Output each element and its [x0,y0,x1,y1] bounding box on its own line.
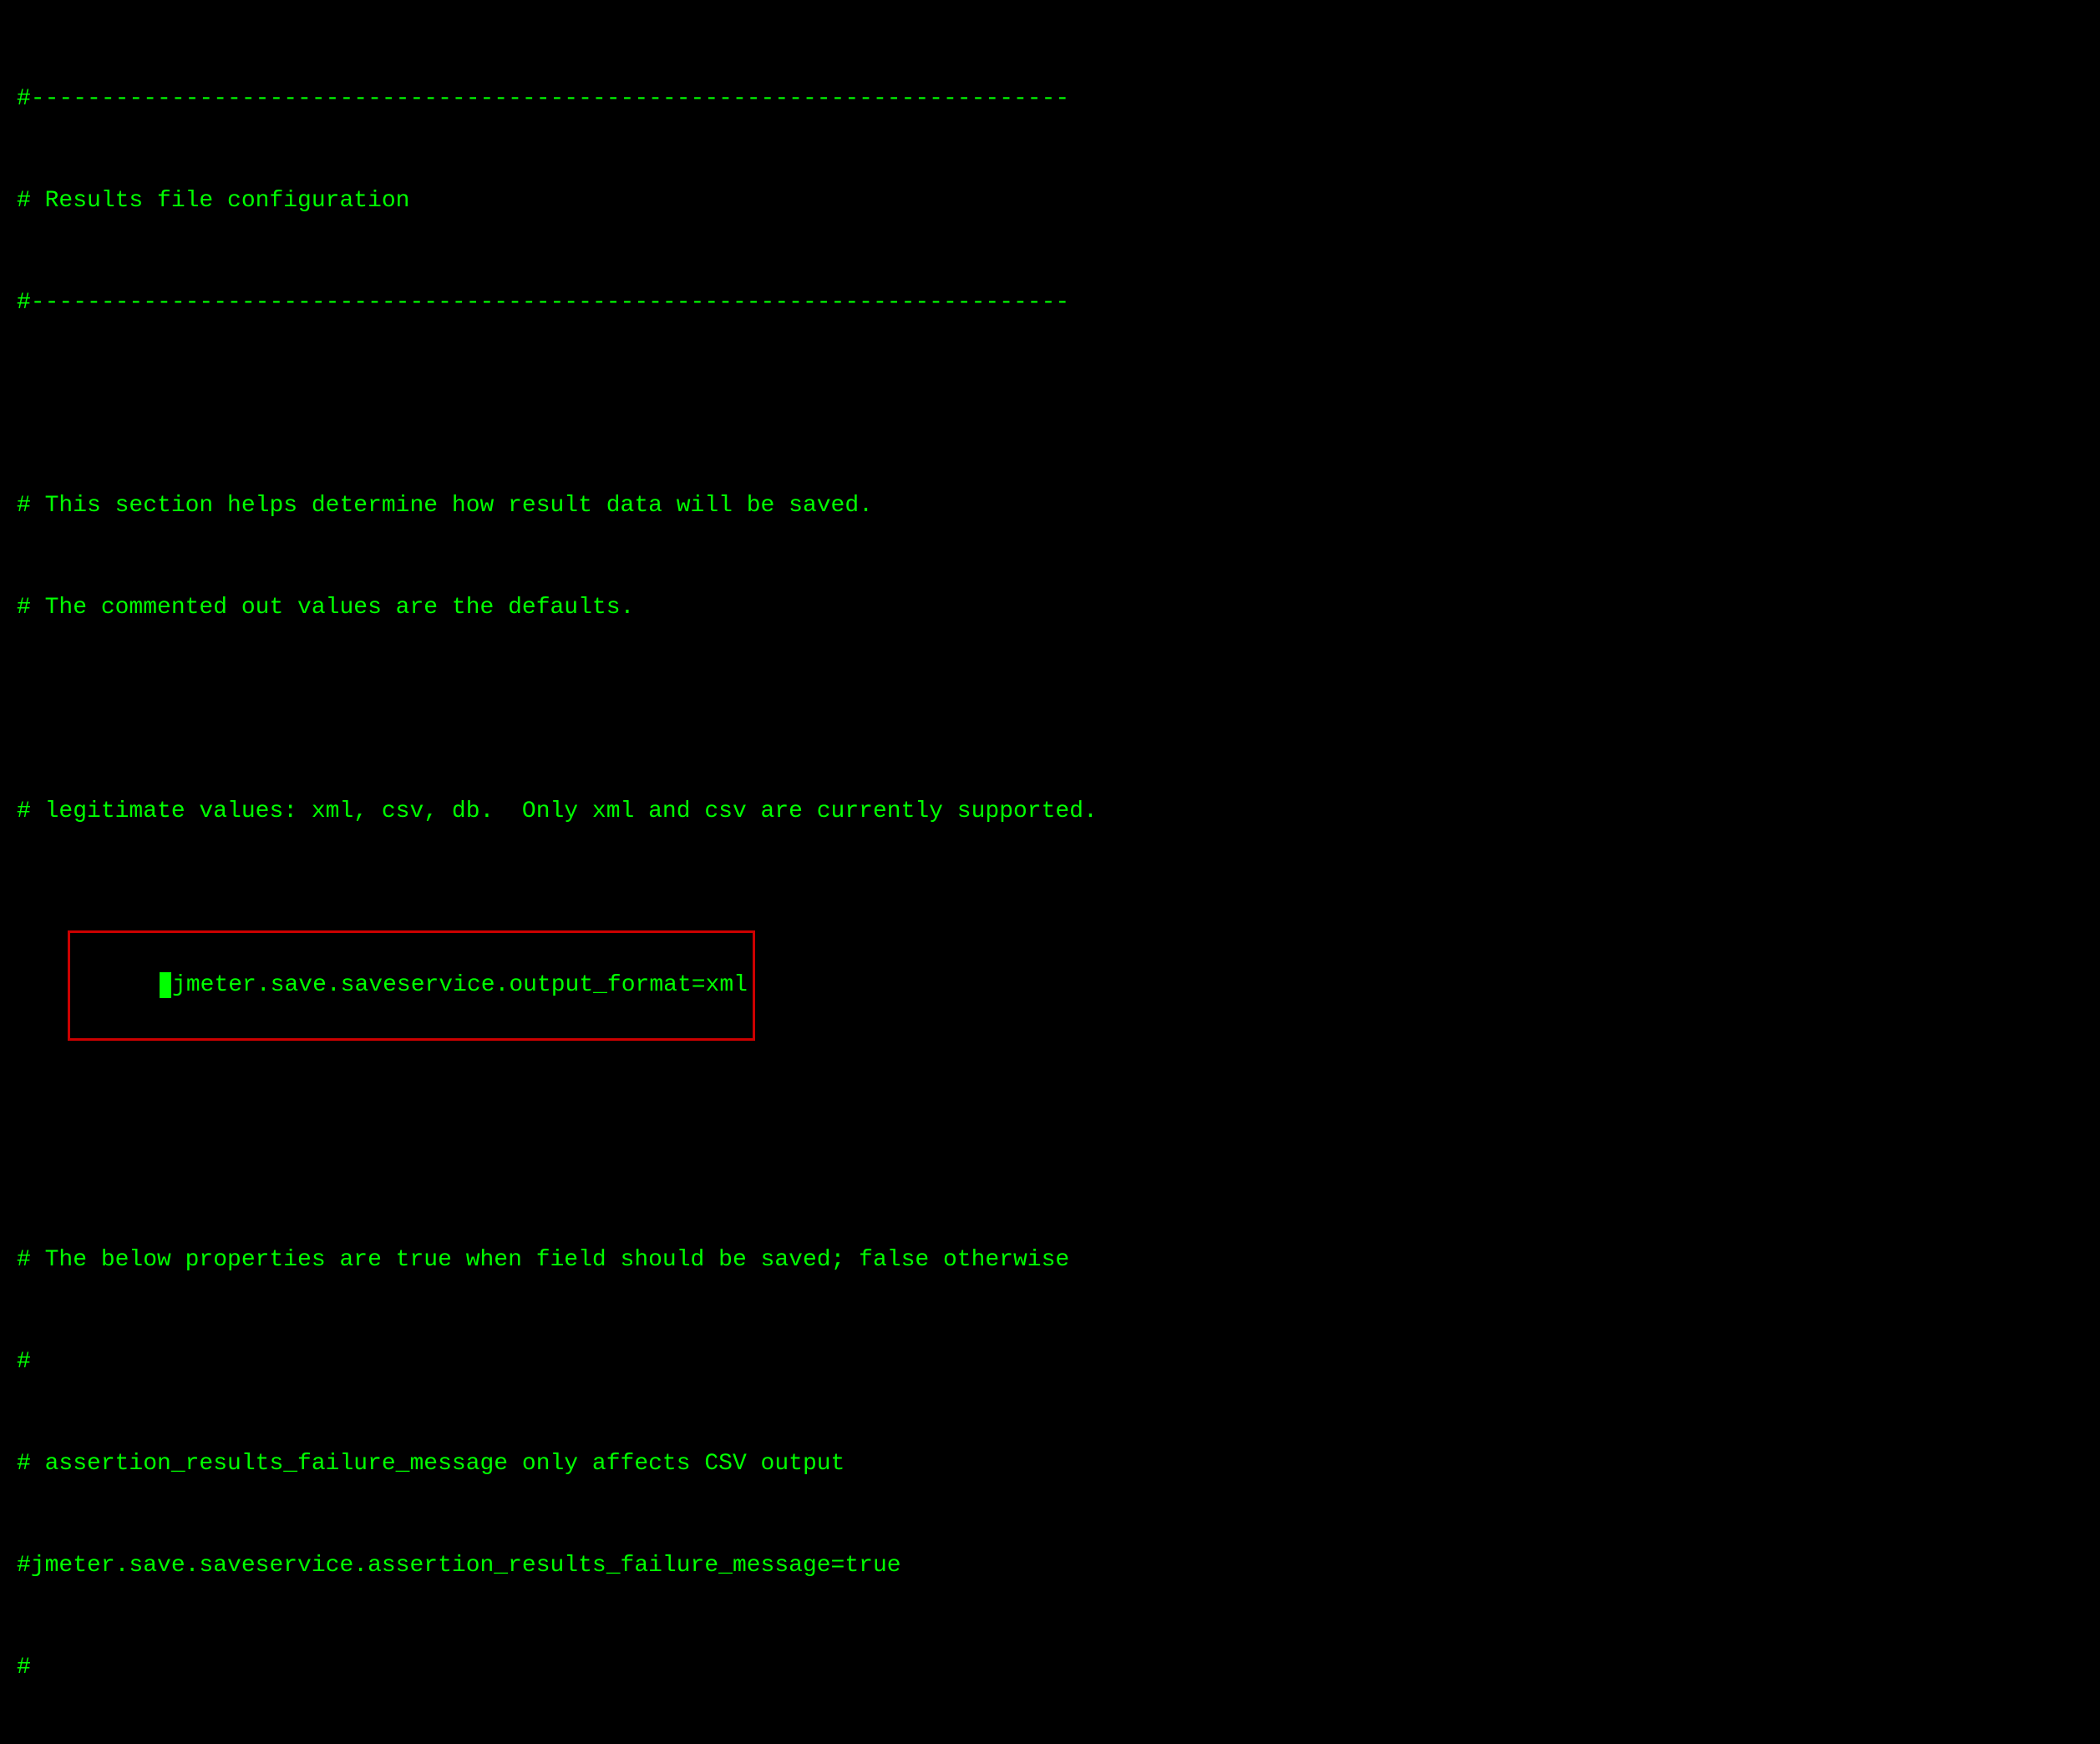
line-5: # This section helps determine how resul… [17,489,2083,524]
line-14: #jmeter.save.saveservice.assertion_resul… [17,1549,2083,1584]
code-editor: #---------------------------------------… [17,15,2083,1744]
highlighted-code-text: jmeter.save.saveservice.output_format=xm… [172,972,748,998]
line-2: # Results file configuration [17,185,2083,219]
line-12: # [17,1346,2083,1380]
line-6: # The commented out values are the defau… [17,591,2083,626]
text-cursor [160,972,171,998]
line-13: # assertion_results_failure_message only… [17,1447,2083,1482]
line-7-empty [17,693,2083,728]
line-1: #---------------------------------------… [17,83,2083,117]
line-15: # [17,1651,2083,1686]
line-9-highlighted[interactable]: jmeter.save.saveservice.output_format=xm… [17,896,2083,1074]
line-3: #---------------------------------------… [17,286,2083,321]
line-10-empty [17,1143,2083,1177]
line-8: # legitimate values: xml, csv, db. Only … [17,795,2083,829]
line-4-empty [17,388,2083,423]
highlighted-code-line: jmeter.save.saveservice.output_format=xm… [68,930,755,1041]
line-11: # The below properties are true when fie… [17,1244,2083,1278]
